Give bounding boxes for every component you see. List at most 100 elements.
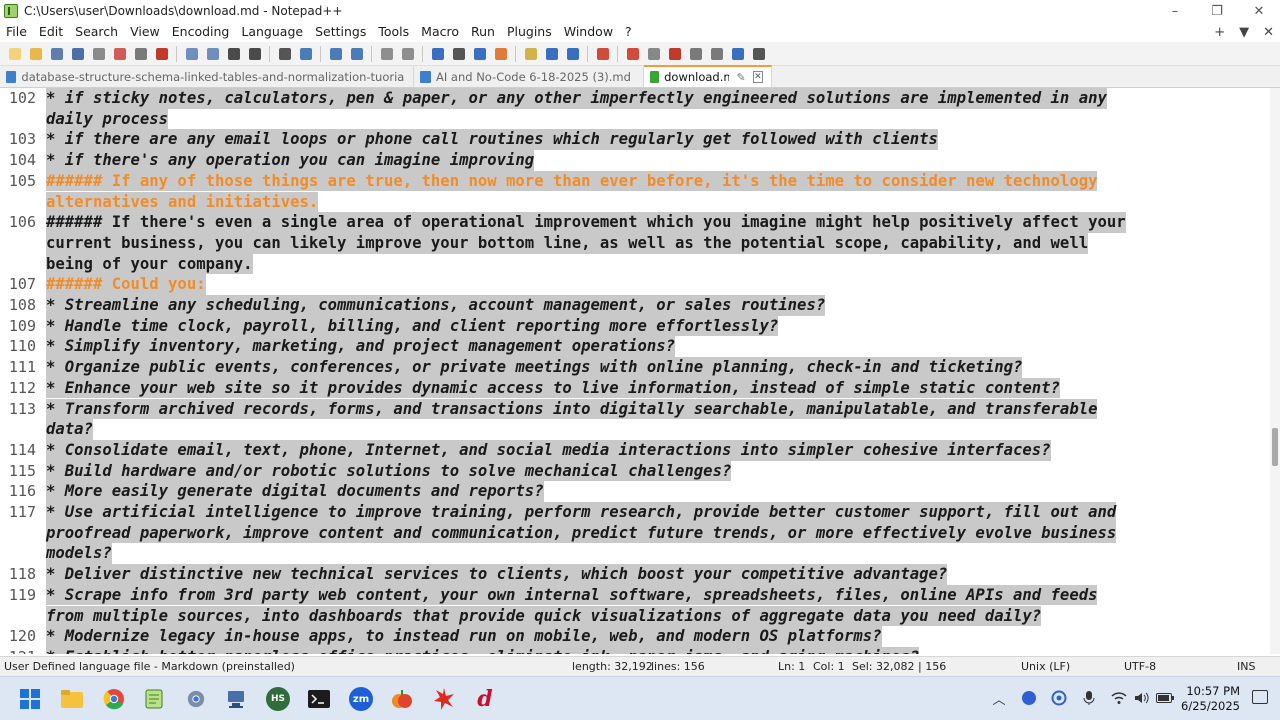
code-line[interactable]: * Use artificial intelligence to improve… [46,502,1117,523]
chrome-alt-icon[interactable] [182,685,210,713]
code-line[interactable]: * Establish better paperless office prac… [46,646,920,654]
tab-list-dropdown-icon[interactable]: ▼ [1239,25,1249,40]
toolbar-button-12-icon[interactable] [246,45,263,62]
tab-3[interactable]: download.md ✎ ✕ [644,65,772,87]
tray-app-circle-icon[interactable] [1050,689,1068,707]
menu-item-macro[interactable]: Macro [415,22,465,42]
toolbar-button-15-icon[interactable] [327,45,344,62]
tab-pin-icon[interactable]: ✎ [737,71,746,84]
code-line[interactable]: daily process [46,108,169,130]
toolbar-button-14-icon[interactable] [297,45,314,62]
menu-item-language[interactable]: Language [235,22,309,42]
code-line[interactable]: * Consolidate email, text, phone, Intern… [46,439,1051,461]
toolbar-button-10-icon[interactable] [204,45,221,62]
menu-item-tools[interactable]: Tools [372,22,415,42]
toolbar-button-27-icon[interactable] [624,45,641,62]
menu-item-window[interactable]: Window [558,22,619,42]
toolbar-button-29-icon[interactable] [666,45,683,62]
menu-item-plugins[interactable]: Plugins [501,22,558,42]
menu-item-help[interactable]: ? [619,22,638,42]
battery-icon[interactable] [1156,689,1174,707]
toolbar-button-8-icon[interactable] [153,45,170,62]
code-line[interactable]: * if sticky notes, calculators, pen & pa… [46,88,1107,109]
menu-item-settings[interactable]: Settings [309,22,372,42]
chrome-icon[interactable] [100,685,128,713]
toolbar-button-25-icon[interactable] [564,45,581,62]
close-document-icon[interactable]: ✕ [1263,25,1274,40]
toolbar-button-33-icon[interactable] [750,45,767,62]
toolbar-button-18-icon[interactable] [399,45,416,62]
minimize-button[interactable]: – [1154,0,1196,22]
toolbar-button-26-icon[interactable] [594,45,611,62]
menu-item-edit[interactable]: Edit [33,22,69,42]
toolbar-button-24-icon[interactable] [543,45,560,62]
wifi-icon[interactable] [1110,689,1128,707]
toolbar-button-9-icon[interactable] [183,45,200,62]
code-line[interactable]: * Simplify inventory, marketing, and pro… [46,336,676,358]
code-line[interactable]: * Modernize legacy in-house apps, to ins… [46,626,882,647]
toolbar-button-17-icon[interactable] [378,45,395,62]
code-line[interactable]: from multiple sources, into dashboards t… [46,605,1042,627]
code-line[interactable]: * Scrape info from 3rd party web content… [46,584,1098,606]
toolbar-button-13-icon[interactable] [276,45,293,62]
editor-pane[interactable]: 102 103 104 105 106 107 108 109 110 111 112 113 114 1… [0,88,1270,654]
code-line[interactable]: * Handle time clock, payroll, billing, a… [46,315,779,337]
taskbar-clock[interactable]: 10:57 PM 6/25/2025 [1181,684,1240,714]
toolbar-button-31-icon[interactable] [708,45,725,62]
toolbar-button-32-icon[interactable] [729,45,746,62]
code-line[interactable]: * Streamline any scheduling, communicati… [46,295,826,316]
code-line[interactable]: * if there's any operation you can imagi… [46,150,535,171]
code-line[interactable]: * Organize public events, conferences, o… [46,357,1023,378]
network-app-icon[interactable] [222,685,250,713]
tab-close-icon[interactable]: ✕ [752,71,763,83]
volume-icon[interactable] [1133,689,1151,707]
menu-item-encoding[interactable]: Encoding [166,22,236,42]
toolbar-button-19-icon[interactable] [429,45,446,62]
toolbar-button-22-icon[interactable] [492,45,509,62]
toolbar-button-3-icon[interactable] [48,45,65,62]
code-line[interactable]: * Enhance your web site so it provides d… [46,377,1060,399]
new-tab-plus-icon[interactable]: + [1214,25,1225,40]
code-line[interactable]: * Build hardware and/or robotic solution… [46,460,732,482]
toolbar-button-28-icon[interactable] [645,45,662,62]
toolbar-button-4-icon[interactable] [69,45,86,62]
code-line[interactable]: ###### If any of those things are true, … [46,170,1098,192]
code-line[interactable]: current business, you can likely improve… [46,232,1089,254]
notepad-plus-plus-taskbar-icon[interactable] [140,685,168,713]
code-line[interactable]: * More easily generate digital documents… [46,481,544,502]
zoom-icon[interactable]: zm [347,685,375,713]
code-line[interactable]: proofread paperwork, improve content and… [46,522,1117,544]
toolbar-button-23-icon[interactable] [522,45,539,62]
toolbar-button-5-icon[interactable] [90,45,107,62]
toolbar-button-11-icon[interactable] [225,45,242,62]
code-line[interactable]: * if there are any email loops or phone … [46,129,938,151]
toolbar-button-16-icon[interactable] [348,45,365,62]
code-line[interactable]: * Transform archived records, forms, and… [46,398,1098,420]
code-line[interactable]: ###### If there's even a single area of … [46,212,1126,233]
toolbar-button-1-icon[interactable] [6,45,23,62]
code-line[interactable]: data? [46,419,93,440]
windows-start-icon[interactable] [16,685,44,713]
menu-item-search[interactable]: Search [69,22,124,42]
tray-app-blue-icon[interactable] [1020,689,1038,707]
toolbar-button-6-icon[interactable] [111,45,128,62]
close-button[interactable]: ✕ [1238,0,1280,22]
toolbar-button-21-icon[interactable] [471,45,488,62]
file-explorer-icon[interactable] [58,685,86,713]
microphone-icon[interactable] [1080,689,1098,707]
scrollbar-thumb[interactable] [1272,428,1278,466]
menu-item-file[interactable]: File [0,22,33,42]
code-line[interactable]: * Deliver distinctive new technical serv… [46,564,948,585]
code-line[interactable]: alternatives and initiatives. [46,191,319,213]
vertical-scrollbar[interactable] [1270,88,1280,654]
menu-item-run[interactable]: Run [465,22,501,42]
tab-2[interactable]: AI and No-Code 6-18-2025 (3).md [414,66,644,87]
tray-chevron-icon[interactable]: ︿ [990,689,1008,708]
toolbar-button-30-icon[interactable] [687,45,704,62]
toolbar-button-7-icon[interactable] [132,45,149,62]
fruit-app-icon[interactable] [388,685,416,713]
code-line[interactable]: being of your company. [46,253,253,275]
menu-item-view[interactable]: View [124,22,166,42]
terminal-icon[interactable] [305,685,333,713]
toolbar-button-20-icon[interactable] [450,45,467,62]
